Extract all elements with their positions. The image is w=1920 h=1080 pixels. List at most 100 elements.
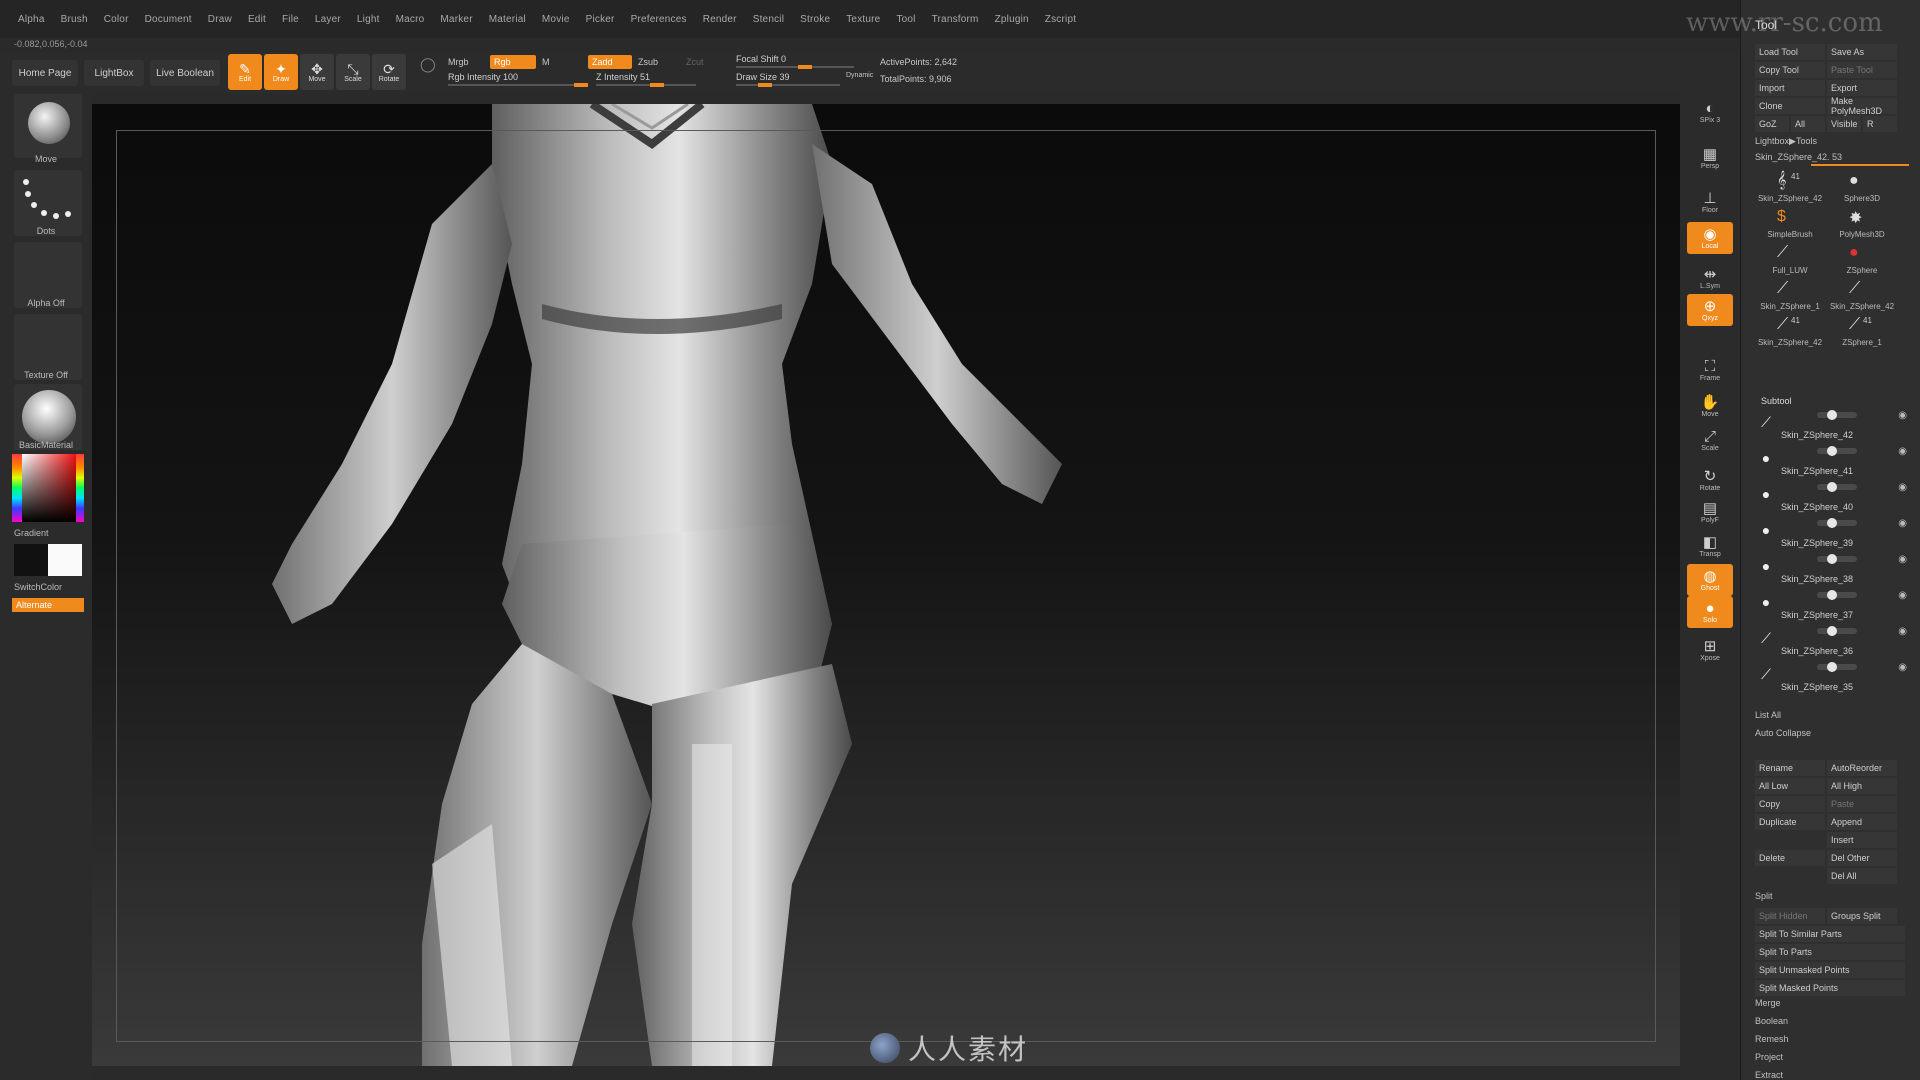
visible-button[interactable]: Visible xyxy=(1827,116,1861,132)
menu-brush[interactable]: Brush xyxy=(53,14,96,25)
menu-macro[interactable]: Macro xyxy=(388,14,433,25)
m-button[interactable]: M xyxy=(542,57,550,67)
zadd-button[interactable]: Zadd xyxy=(588,55,632,69)
autoreorder-button[interactable]: AutoReorder xyxy=(1827,760,1897,776)
extract-header[interactable]: Extract xyxy=(1755,1070,1783,1080)
spix-3-button[interactable]: ◐ SPix 3 xyxy=(1687,96,1733,128)
tool-thumb-polymesh3d[interactable]: ✸ PolyMesh3D xyxy=(1827,208,1897,244)
tool-thumb-simplebrush[interactable]: $ SimpleBrush xyxy=(1755,208,1825,244)
solo-button[interactable]: ● Solo xyxy=(1687,596,1733,628)
menu-stroke[interactable]: Stroke xyxy=(792,14,838,25)
main-color-swatch[interactable] xyxy=(48,544,82,576)
subtool-row[interactable]: ⟋ ◉ Skin_ZSphere_35 xyxy=(1757,662,1911,698)
subtool-visibility-toggle[interactable] xyxy=(1817,482,1857,492)
goz-button[interactable]: GoZ xyxy=(1755,116,1789,132)
rename-button[interactable]: Rename xyxy=(1755,760,1825,776)
duplicate-button[interactable]: Duplicate xyxy=(1755,814,1825,830)
subtool-visibility-toggle[interactable] xyxy=(1817,626,1857,636)
qxyz-button[interactable]: ⊕ Qxyz xyxy=(1687,294,1733,326)
subtool-row[interactable]: ● ◉ Skin_ZSphere_41 xyxy=(1757,446,1911,482)
insert-button[interactable]: Insert xyxy=(1827,832,1897,848)
focal-shift-knob[interactable] xyxy=(798,65,812,69)
auto-collapse-button[interactable]: Auto Collapse xyxy=(1755,728,1811,738)
menu-file[interactable]: File xyxy=(274,14,307,25)
delete-button[interactable]: Delete xyxy=(1755,850,1825,866)
zsub-button[interactable]: Zsub xyxy=(638,57,658,67)
subtool-visibility-toggle[interactable] xyxy=(1817,554,1857,564)
menu-zplugin[interactable]: Zplugin xyxy=(987,14,1037,25)
eye-icon[interactable]: ◉ xyxy=(1898,662,1907,673)
tool-thumb-skin-zsphere-42[interactable]: 𝄞 Skin_ZSphere_42 xyxy=(1755,172,1825,208)
subtool-row[interactable]: ● ◉ Skin_ZSphere_37 xyxy=(1757,590,1911,626)
menu-edit[interactable]: Edit xyxy=(240,14,274,25)
eye-icon[interactable]: ◉ xyxy=(1898,410,1907,421)
polyf-button[interactable]: ▤ PolyF xyxy=(1687,496,1733,528)
menu-render[interactable]: Render xyxy=(695,14,745,25)
subtool-visibility-toggle[interactable] xyxy=(1817,662,1857,672)
project-header[interactable]: Project xyxy=(1755,1052,1783,1062)
menu-material[interactable]: Material xyxy=(481,14,534,25)
xpose-button[interactable]: ⊞ Xpose xyxy=(1687,634,1733,666)
subtool-row[interactable]: ⟋ ◉ Skin_ZSphere_42 xyxy=(1757,410,1911,446)
eye-icon[interactable]: ◉ xyxy=(1898,518,1907,529)
canvas-viewport[interactable] xyxy=(92,104,1680,1066)
tool-thumb-skin-zsphere-42[interactable]: ⟋ Skin_ZSphere_42 xyxy=(1755,316,1825,352)
color-picker[interactable] xyxy=(12,454,84,522)
boolean-header[interactable]: Boolean xyxy=(1755,1016,1788,1026)
menu-light[interactable]: Light xyxy=(349,14,388,25)
color-saturation-field[interactable] xyxy=(22,454,76,522)
alternate-button[interactable]: Alternate xyxy=(12,598,84,612)
menu-stencil[interactable]: Stencil xyxy=(745,14,792,25)
paste-button[interactable]: Paste xyxy=(1827,796,1897,812)
tool-thumb-zsphere[interactable]: ● ZSphere xyxy=(1827,244,1897,280)
draw-size-slider[interactable]: Draw Size 39 xyxy=(736,72,840,87)
list-all-button[interactable]: List All xyxy=(1755,710,1781,720)
merge-header[interactable]: Merge xyxy=(1755,998,1781,1008)
scale-button[interactable]: ⤢ Scale xyxy=(1687,424,1733,456)
l-sym-button[interactable]: ⇹ L.Sym xyxy=(1687,262,1733,294)
mrgb-button[interactable]: Mrgb xyxy=(448,57,469,67)
eye-icon[interactable]: ◉ xyxy=(1898,446,1907,457)
dynamic-button[interactable]: Dynamic xyxy=(846,72,873,79)
focal-shift-slider[interactable]: Focal Shift 0 xyxy=(736,54,854,69)
del-all-button[interactable]: Del All xyxy=(1827,868,1897,884)
tool-thumb-sphere3d[interactable]: ● Sphere3D xyxy=(1827,172,1897,208)
menu-movie[interactable]: Movie xyxy=(534,14,578,25)
rgb-intensity-slider[interactable]: Rgb Intensity 100 xyxy=(448,72,588,87)
subtool-row[interactable]: ● ◉ Skin_ZSphere_39 xyxy=(1757,518,1911,554)
all-button[interactable]: All xyxy=(1791,116,1825,132)
menu-draw[interactable]: Draw xyxy=(200,14,240,25)
current-tool-slider-bar[interactable] xyxy=(1811,164,1909,166)
menu-color[interactable]: Color xyxy=(96,14,137,25)
eye-icon[interactable]: ◉ xyxy=(1898,626,1907,637)
current-tool-slider[interactable]: Skin_ZSphere_42. 53 xyxy=(1755,152,1842,162)
save-as-button[interactable]: Save As xyxy=(1827,44,1897,60)
rgb-intensity-knob[interactable] xyxy=(574,83,588,87)
menu-preferences[interactable]: Preferences xyxy=(623,14,695,25)
menu-alpha[interactable]: Alpha xyxy=(10,14,53,25)
eye-icon[interactable]: ◉ xyxy=(1898,590,1907,601)
subtool-visibility-toggle[interactable] xyxy=(1817,590,1857,600)
remesh-header[interactable]: Remesh xyxy=(1755,1034,1789,1044)
split-to-parts-button[interactable]: Split To Parts xyxy=(1755,944,1905,960)
menu-marker[interactable]: Marker xyxy=(432,14,480,25)
all-low-button[interactable]: All Low xyxy=(1755,778,1825,794)
paste-tool-button[interactable]: Paste Tool xyxy=(1827,62,1897,78)
menu-tool[interactable]: Tool xyxy=(888,14,923,25)
secondary-color-swatch[interactable] xyxy=(14,544,48,576)
make-polymesh3d-button[interactable]: Make PolyMesh3D xyxy=(1827,96,1897,116)
subtool-header[interactable]: Subtool xyxy=(1761,396,1792,406)
move-mode-button[interactable]: ✥ Move xyxy=(300,54,334,90)
tool-thumb-zsphere-1[interactable]: ⟋ ZSphere_1 xyxy=(1827,316,1897,352)
z-intensity-knob[interactable] xyxy=(650,83,664,87)
append-button[interactable]: Append xyxy=(1827,814,1897,830)
r-button[interactable]: R xyxy=(1863,116,1897,132)
menu-document[interactable]: Document xyxy=(137,14,200,25)
split-header[interactable]: Split xyxy=(1755,891,1773,901)
subtool-visibility-toggle[interactable] xyxy=(1817,446,1857,456)
rotate-button[interactable]: ↻ Rotate xyxy=(1687,464,1733,496)
move-button[interactable]: ✋ Move xyxy=(1687,390,1733,422)
menu-texture[interactable]: Texture xyxy=(838,14,888,25)
export-button[interactable]: Export xyxy=(1827,80,1897,96)
clone-button[interactable]: Clone xyxy=(1755,98,1825,114)
